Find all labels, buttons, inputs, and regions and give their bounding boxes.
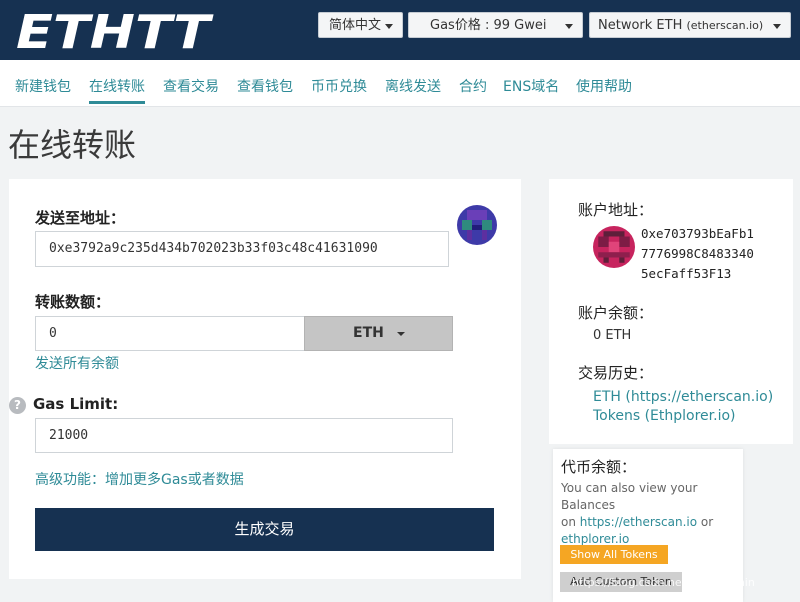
logo-text: ETHTT	[16, 7, 214, 53]
watermark-text: https://blog.csdn.net/bps_ad_min	[572, 576, 755, 589]
advanced-options-link[interactable]: 高级功能：增加更多Gas或者数据	[35, 469, 244, 489]
gas-price-dropdown[interactable]: Gas价格 : 99 Gwei	[408, 12, 583, 38]
network-dropdown[interactable]: Network ETH (etherscan.io)	[589, 12, 791, 38]
network-label: Network ETH	[598, 18, 683, 33]
network-sub-label: (etherscan.io)	[686, 19, 764, 32]
nav-item-contracts[interactable]: 合约	[459, 76, 487, 96]
currency-label: ETH	[353, 325, 384, 341]
token-balances-title: 代币余额：	[561, 458, 637, 476]
language-label: 简体中文	[329, 18, 382, 33]
amount-label: 转账数额：	[35, 293, 111, 311]
amount-input[interactable]: 0	[35, 316, 305, 351]
language-dropdown[interactable]: 简体中文	[318, 12, 403, 38]
gas-limit-input[interactable]: 21000	[35, 418, 453, 453]
currency-dropdown[interactable]: ETH	[304, 316, 453, 351]
account-balance-value: 0 ETH	[593, 328, 632, 343]
etherscan-link[interactable]: https://etherscan.io	[580, 515, 697, 529]
token-balances-description: You can also view your Balances on https…	[561, 480, 743, 548]
top-bar: ETHTT 简体中文 Gas价格 : 99 Gwei Network ETH (…	[0, 0, 800, 60]
generate-transaction-button[interactable]: 生成交易	[35, 508, 494, 551]
account-address-line: 5ecFaff53F13	[641, 266, 732, 281]
tx-history-tokens-link[interactable]: Tokens (Ethplorer.io)	[593, 408, 736, 424]
account-address-line: 0xe703793bEaFb1	[641, 226, 754, 241]
main-nav: 新建钱包 在线转账 查看交易 查看钱包 币币兑换 离线发送 合约 ENS域名 使…	[0, 60, 800, 107]
token-desc-line: You can also view your Balances	[561, 481, 698, 512]
account-identicon	[593, 226, 635, 268]
recipient-identicon	[457, 205, 497, 245]
to-address-label: 发送至地址：	[35, 209, 126, 227]
show-all-tokens-button[interactable]: Show All Tokens	[560, 545, 668, 564]
account-address-line: 7776998C8483340	[641, 246, 754, 261]
account-balance-label: 账户余额：	[578, 304, 654, 322]
nav-item-send[interactable]: 在线转账	[89, 76, 145, 104]
chevron-down-icon	[773, 24, 781, 29]
page-title: 在线转账	[8, 126, 137, 164]
nav-item-help[interactable]: 使用帮助	[576, 76, 632, 96]
gas-price-label: Gas价格 : 99 Gwei	[430, 18, 547, 33]
send-all-link[interactable]: 发送所有余额	[35, 353, 119, 373]
account-address: 0xe703793bEaFb1 7776998C8483340 5ecFaff5…	[641, 224, 791, 284]
nav-item-offline[interactable]: 离线发送	[385, 76, 441, 96]
chevron-down-icon	[565, 24, 573, 29]
nav-item-new-wallet[interactable]: 新建钱包	[15, 76, 71, 96]
nav-item-ens[interactable]: ENS域名	[503, 76, 559, 96]
nav-item-swap[interactable]: 币币兑换	[311, 76, 367, 96]
help-icon[interactable]: ?	[9, 397, 26, 414]
token-desc-suffix: or	[697, 515, 714, 529]
tx-history-eth-link[interactable]: ETH (https://etherscan.io)	[593, 389, 773, 405]
tx-history-label: 交易历史：	[578, 364, 654, 382]
token-desc-prefix: on	[561, 515, 580, 529]
chevron-down-icon	[385, 24, 393, 29]
token-desc-line-2: on https://etherscan.io or	[561, 514, 743, 531]
nav-item-view-tx[interactable]: 查看交易	[163, 76, 219, 96]
chevron-down-icon	[397, 332, 405, 336]
ethtt-logo[interactable]: ETHTT	[14, 7, 214, 53]
to-address-input[interactable]: 0xe3792a9c235d434b702023b33f03c48c416310…	[35, 231, 449, 267]
account-address-label: 账户地址：	[578, 201, 654, 219]
gas-limit-label: Gas Limit:	[33, 395, 119, 413]
nav-item-view-wallet[interactable]: 查看钱包	[237, 76, 293, 96]
